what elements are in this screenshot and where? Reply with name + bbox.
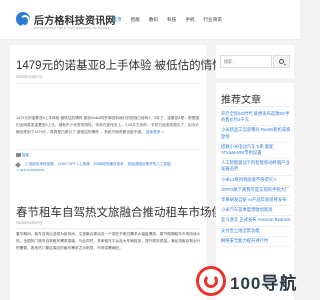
- category-link[interactable]: 智能: [22, 153, 29, 157]
- recommend-item[interactable]: 小米新品工信部曝光 Redmi新机或将登场: [221, 126, 291, 143]
- recommend-item[interactable]: 人工智能驱动下的智能移动终端产业发展态势: [221, 159, 291, 176]
- divider: [16, 149, 201, 150]
- stamp-text: 100导航: [230, 273, 298, 293]
- nav-tech[interactable]: 科技: [163, 17, 181, 23]
- category: 智能: [16, 153, 29, 158]
- logo-icon: [16, 12, 30, 27]
- search-input[interactable]: [220, 55, 272, 68]
- nav-industry[interactable]: 行业资讯: [199, 17, 226, 23]
- post-date: 2025年02月07日: [16, 75, 43, 79]
- site-subtitle: HOUFANGGE TECH INFORMATION NETWORK: [34, 26, 111, 30]
- search-button[interactable]: [273, 55, 290, 68]
- main-nav: 首页 智能 数码 科技 手机 行业资讯: [108, 17, 226, 23]
- recommend-item[interactable]: 小米13系列到底值不值得买入: [221, 176, 291, 186]
- nav-home[interactable]: 首页: [108, 17, 126, 23]
- post-title[interactable]: 1479元的诺基亚8上手体验 被低估的情怀: [16, 57, 224, 73]
- divider: [16, 228, 201, 229]
- nav-digital[interactable]: 数码: [144, 17, 162, 23]
- tag-link[interactable]: 工信部未来科技展: [25, 162, 54, 167]
- search-widget: [216, 45, 294, 78]
- brand-stamp[interactable]: 100导航: [196, 262, 300, 300]
- recommend-item[interactable]: 网络安全能力提升进行时: [221, 237, 291, 248]
- tag-link[interactable]: CNKF GPT-1工具箱: [58, 162, 90, 167]
- recommend-item[interactable]: 小米汽车首季度营收创新高: [221, 206, 291, 217]
- post-excerpt: 1479元的诺基亚8上手体验 被低估的情怀 原创Nokia同安卓回到我们的视线已…: [16, 115, 202, 136]
- search-icon: [279, 59, 284, 64]
- recommend-item[interactable]: 开启全民5G时代 联想发布首款5G手机售价约3千元: [221, 110, 291, 127]
- post-category-row: 智能: [16, 153, 202, 158]
- post-card: 春节租车自驾热文旅融合推动租车市场供需两旺 2025年02月07日 春节期间，租…: [10, 171, 258, 300]
- recommend-item[interactable]: OPPO旗下真我可是实现的手机大厂: [221, 186, 291, 197]
- post-excerpt: 春节期间，租车自驾出游成为新风尚。文旅融合推动这一个观在节假日需求大幅度爆涨，春…: [16, 232, 201, 250]
- folder-icon: [16, 153, 21, 158]
- top-header: 后方格科技资讯网 HOUFANGGE TECH INFORMATION NETW…: [0, 0, 300, 40]
- post-date: 2025年02月07日: [16, 221, 43, 225]
- post-excerpt-text: 1479元的诺基亚8上手体验 被低估的情怀 原创Nokia同安卓回到我们的视线已…: [16, 116, 200, 134]
- recommend-list: 开启全民5G时代 联想发布首款5G手机售价约3千元 小米新品工信部曝光 Redm…: [221, 110, 291, 248]
- tag-link[interactable]: 初始调用优势开拓人工智能: [128, 162, 171, 167]
- nav-phone[interactable]: 手机: [181, 17, 199, 23]
- read-more-link[interactable]: 阅读更多 »: [146, 130, 164, 134]
- recommend-item[interactable]: 亚马逊云 正式发布 Amazon Bedrock: [221, 216, 291, 227]
- tag-link[interactable]: 5G网络的缓存技术: [94, 162, 124, 167]
- stamp-ring: [204, 274, 218, 288]
- divider: [16, 83, 201, 84]
- site-name: 后方格科技资讯网: [34, 15, 116, 27]
- recommend-item[interactable]: 搭载小米电动汽车 E系 套配ATK&MARK专用设置: [221, 143, 291, 160]
- recommend-item[interactable]: 支付宝上线全新功能: [221, 227, 291, 237]
- tag-icon: [15, 161, 21, 168]
- post-tags-row: 工信部未来科技展 CNKF GPT-1工具箱 5G网络的缓存技术 初始调用优势开…: [15, 161, 202, 168]
- recommend-item[interactable]: 苹果研发自研 AI产品年底前将发布: [221, 196, 291, 207]
- nav-smart[interactable]: 智能: [126, 17, 144, 23]
- recommend-title: 推荐文章: [221, 95, 261, 106]
- stamp-logo-icon: [196, 266, 226, 296]
- divider: [221, 106, 290, 107]
